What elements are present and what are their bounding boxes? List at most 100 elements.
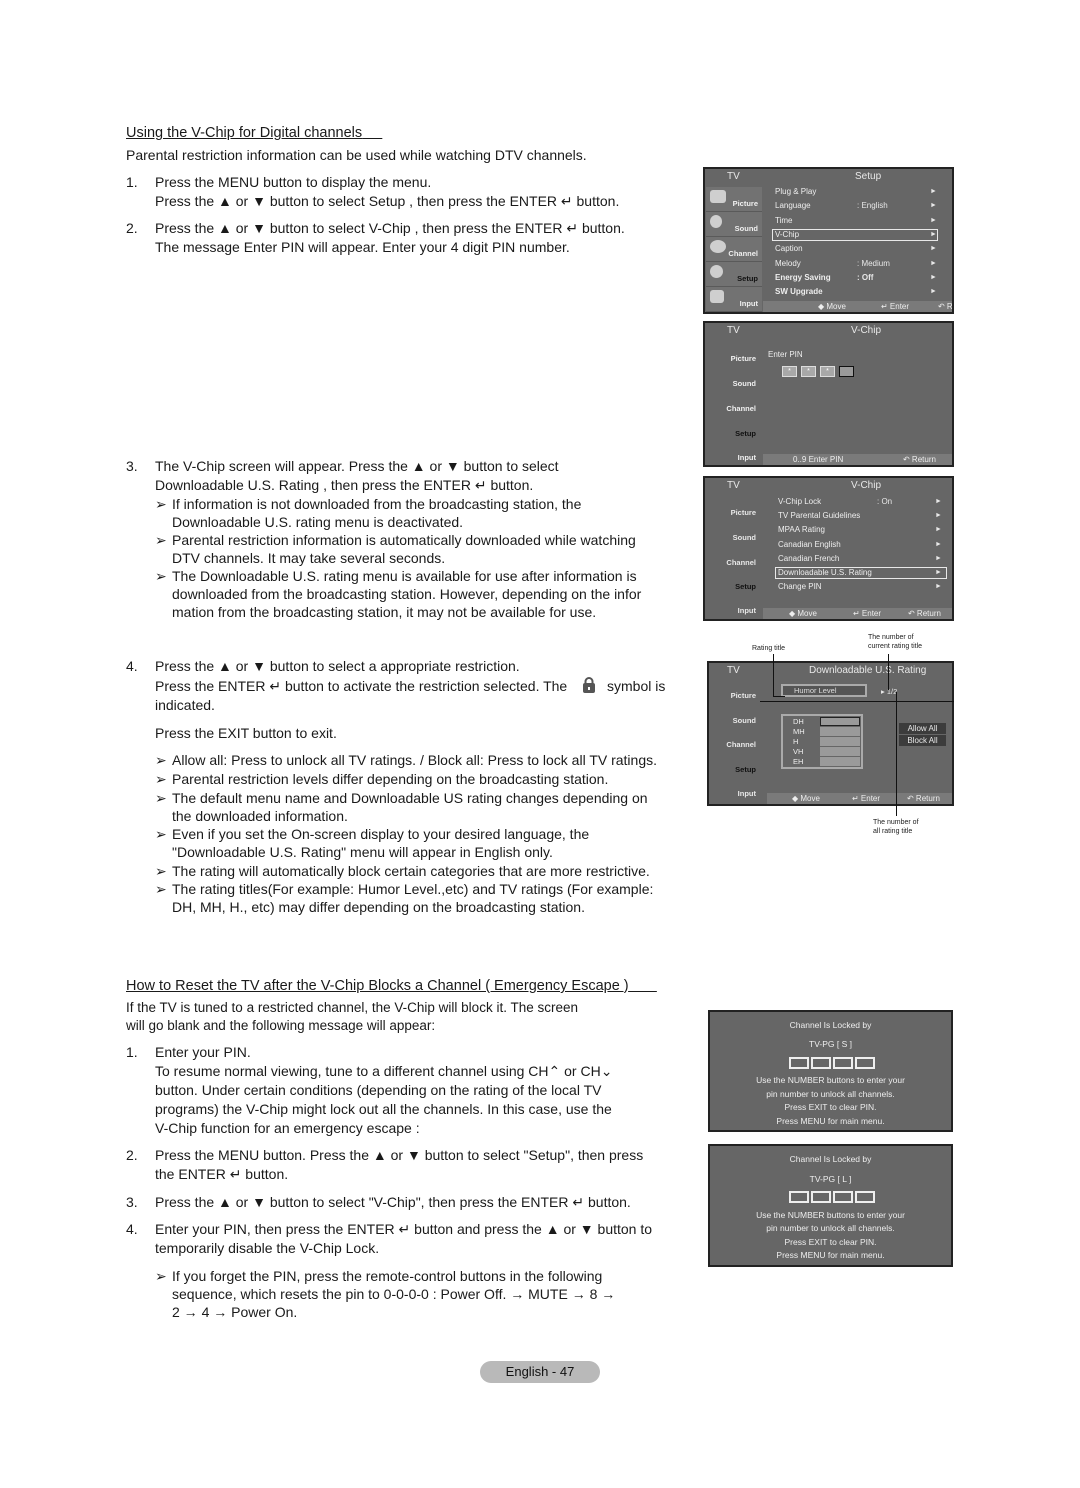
pin-box[interactable] — [789, 1057, 809, 1069]
sidebar-item-setup[interactable]: Setup — [706, 262, 762, 287]
picture-icon — [710, 190, 726, 203]
channel-icon — [710, 240, 726, 253]
sidebar-item-setup[interactable]: Setup — [735, 429, 756, 438]
enter-hint: ↵ Enter — [853, 609, 882, 618]
pin-digit-4[interactable] — [839, 366, 854, 377]
pin-box[interactable] — [855, 1191, 875, 1203]
rating-lock-toggle[interactable] — [820, 757, 860, 766]
sidebar-item-sound[interactable]: Sound — [706, 212, 762, 237]
step-line: Press the ENTER ↵ button to activate the… — [155, 678, 568, 694]
step-line: Press the ▲ or ▼ button to select Setup … — [155, 193, 620, 209]
menu-item-value: : English — [857, 201, 888, 211]
note-line: DTV channels. It may take several second… — [172, 550, 446, 566]
note-line: If information is not downloaded from th… — [172, 496, 582, 512]
note-line: DH, MH, H., etc) may differ depending on… — [172, 899, 585, 915]
sidebar-item-picture[interactable]: Picture — [731, 508, 756, 517]
menu-item[interactable]: Plug & Play — [775, 187, 816, 196]
note-arrow-icon: ➢ — [155, 881, 167, 897]
enter-hint: ↵ Enter — [852, 794, 881, 803]
note-arrow-icon: ➢ — [155, 568, 167, 584]
sidebar-item-input[interactable]: Input — [738, 789, 756, 798]
sidebar-item-channel[interactable]: Channel — [726, 740, 756, 749]
sidebar-item-input[interactable]: Input — [738, 606, 756, 615]
menu-item[interactable]: Canadian French — [778, 554, 839, 563]
osd-tv-label: TV — [727, 480, 740, 491]
pin-digit-1[interactable]: * — [782, 366, 797, 377]
rating-label: DH — [793, 717, 804, 726]
sidebar-item-sound[interactable]: Sound — [733, 379, 756, 388]
enter-pin-hint: 0..9 Enter PIN — [793, 455, 844, 464]
callout-current-rating: The number of current rating title — [868, 633, 922, 651]
menu-item[interactable]: Canadian English — [778, 540, 841, 549]
sidebar-item-input[interactable]: Input — [706, 287, 762, 312]
pin-box[interactable] — [833, 1191, 853, 1203]
sidebar-item-channel[interactable]: Channel — [726, 404, 756, 413]
osd-sidebar: Picture Sound Channel Setup Input — [705, 183, 763, 312]
move-hint: ◆ Move — [818, 302, 846, 311]
note-line: downloaded from the broadcasting station… — [172, 586, 642, 602]
sidebar-item-picture[interactable]: Picture — [706, 187, 762, 212]
locked-msg: Press MENU for main menu. — [776, 1250, 885, 1260]
rating-lock-toggle[interactable] — [820, 747, 860, 756]
note-line: If you forget the PIN, press the remote-… — [172, 1268, 603, 1284]
sidebar-item-sound[interactable]: Sound — [733, 533, 756, 542]
menu-item[interactable]: TV Parental Guidelines — [778, 511, 860, 520]
section-title-emergency-escape: How to Reset the TV after the V-Chip Blo… — [126, 978, 629, 994]
pin-digit-3[interactable]: * — [820, 366, 835, 377]
locked-title: Channel Is Locked by — [789, 1020, 872, 1030]
sidebar-item-input[interactable]: Input — [738, 453, 756, 462]
sidebar-item-channel[interactable]: Channel — [706, 237, 762, 262]
pin-digit-2[interactable]: * — [801, 366, 816, 377]
block-all-button[interactable]: Block All — [899, 735, 946, 746]
note-line: Parental restriction information is auto… — [172, 532, 636, 548]
note: ➢ Parental restriction information is au… — [155, 531, 636, 567]
step-line: Press the ▲ or ▼ button to select V-Chip… — [155, 220, 625, 236]
menu-item[interactable]: MPAA Rating — [778, 525, 825, 534]
menu-item[interactable]: Change PIN — [778, 582, 822, 591]
pin-box[interactable] — [833, 1057, 853, 1069]
step-line: Enter your PIN. — [155, 1044, 251, 1060]
pin-box[interactable] — [811, 1057, 831, 1069]
intro-line: will go blank and the following message … — [126, 1018, 436, 1033]
sidebar-item-channel[interactable]: Channel — [726, 558, 756, 567]
callout-line-all — [896, 692, 897, 816]
step-number: 4. — [126, 658, 138, 674]
menu-item[interactable]: V-Chip Lock — [778, 497, 821, 506]
submenu-arrow-icon: ► — [935, 498, 942, 505]
channel-locked-screen-l: Channel Is Locked by TV-PG [ L ] Use the… — [708, 1144, 953, 1267]
submenu-arrow-icon: ► — [930, 273, 937, 281]
sidebar-item-setup[interactable]: Setup — [735, 765, 756, 774]
channel-locked-screen-s: Channel Is Locked by TV-PG [ S ] Use the… — [708, 1010, 953, 1132]
sidebar-item-picture[interactable]: Picture — [731, 691, 756, 700]
step-line: Press the ▲ or ▼ button to select a appr… — [155, 658, 520, 674]
menu-item[interactable]: Energy Saving — [775, 273, 831, 282]
rating-lock-toggle[interactable] — [820, 717, 860, 726]
step-line: temporarily disable the V-Chip Lock. — [155, 1240, 380, 1256]
menu-item[interactable]: SW Upgrade — [775, 287, 823, 296]
rating-lock-toggle[interactable] — [820, 727, 860, 736]
step-number: 3. — [126, 1194, 138, 1210]
allow-all-button[interactable]: Allow All — [899, 723, 946, 734]
rating-lock-toggle[interactable] — [820, 737, 860, 746]
step-line: indicated. — [155, 697, 215, 713]
pin-box[interactable] — [789, 1191, 809, 1203]
note: ➢ Parental restriction levels differ dep… — [155, 770, 608, 788]
sidebar-item-setup[interactable]: Setup — [735, 582, 756, 591]
sidebar-item-picture[interactable]: Picture — [731, 354, 756, 363]
osd-tv-label: TV — [727, 325, 740, 336]
menu-item[interactable]: Caption — [775, 244, 803, 253]
setup-gear-icon — [710, 265, 723, 278]
pin-box[interactable] — [811, 1191, 831, 1203]
menu-item[interactable]: Language — [775, 201, 811, 210]
note: ➢ The Downloadable U.S. rating menu is a… — [155, 567, 642, 621]
step-line: V-Chip function for an emergency escape … — [155, 1120, 420, 1136]
menu-item[interactable]: Time — [775, 216, 792, 225]
pin-box[interactable] — [855, 1057, 875, 1069]
osd-downloadable-rating-screen: TV Downloadable U.S. Rating Picture Soun… — [707, 661, 954, 806]
sidebar-item-sound[interactable]: Sound — [733, 716, 756, 725]
step-line: Press the ▲ or ▼ button to select "V-Chi… — [155, 1194, 631, 1210]
rating-page-indicator: ▸ 1/2 — [881, 687, 898, 696]
callout-line-rating-title — [773, 654, 774, 697]
rating-title-selector[interactable]: Humor Level — [781, 684, 867, 697]
menu-item[interactable]: Melody — [775, 259, 801, 268]
